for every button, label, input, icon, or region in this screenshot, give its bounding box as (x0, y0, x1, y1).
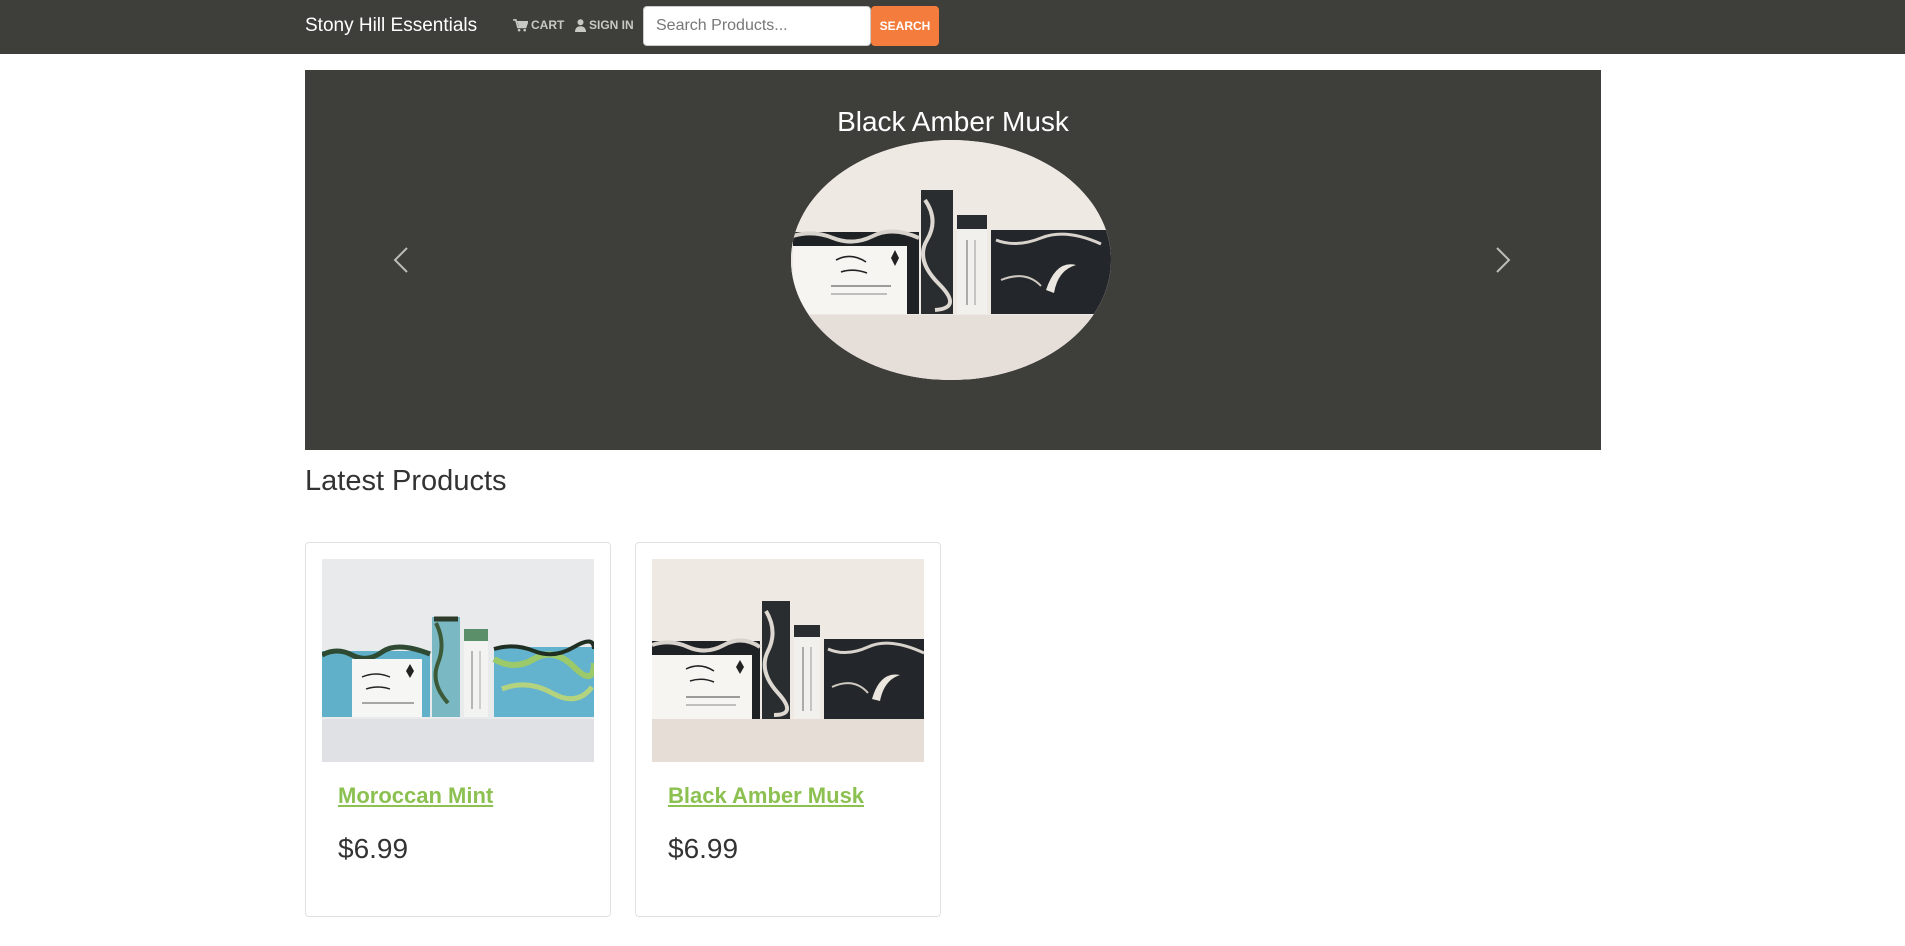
user-icon (575, 18, 586, 32)
chevron-right-icon (1489, 242, 1517, 278)
product-name-link[interactable]: Moroccan Mint (338, 783, 493, 809)
sign-in-label: SIGN IN (589, 18, 634, 32)
product-price: $6.99 (668, 833, 739, 864)
cart-link[interactable]: CART (513, 18, 564, 32)
product-card: Moroccan Mint $6.99 (305, 542, 611, 917)
carousel-product-image[interactable] (791, 140, 1111, 380)
product-image[interactable] (322, 559, 594, 762)
chevron-left-icon (387, 242, 415, 278)
product-carousel: Black Amber Musk (305, 70, 1601, 450)
carousel-title: Black Amber Musk (837, 106, 1069, 137)
sign-in-link[interactable]: SIGN IN (575, 18, 634, 32)
product-image[interactable] (652, 559, 924, 762)
brand-link[interactable]: Stony Hill Essentials (305, 15, 477, 37)
product-price: $6.99 (338, 833, 409, 864)
top-navbar: Stony Hill Essentials CART SIGN IN SEARC… (0, 0, 1905, 54)
carousel-next-button[interactable] (1489, 242, 1517, 278)
search-button[interactable]: SEARCH (871, 6, 939, 46)
cart-icon (513, 18, 528, 32)
product-card: Black Amber Musk $6.99 (635, 542, 941, 917)
latest-products-heading: Latest Products (305, 465, 507, 497)
carousel-prev-button[interactable] (387, 242, 415, 278)
cart-label: CART (531, 18, 565, 32)
search-input[interactable] (643, 6, 871, 46)
product-name-link[interactable]: Black Amber Musk (668, 783, 864, 809)
